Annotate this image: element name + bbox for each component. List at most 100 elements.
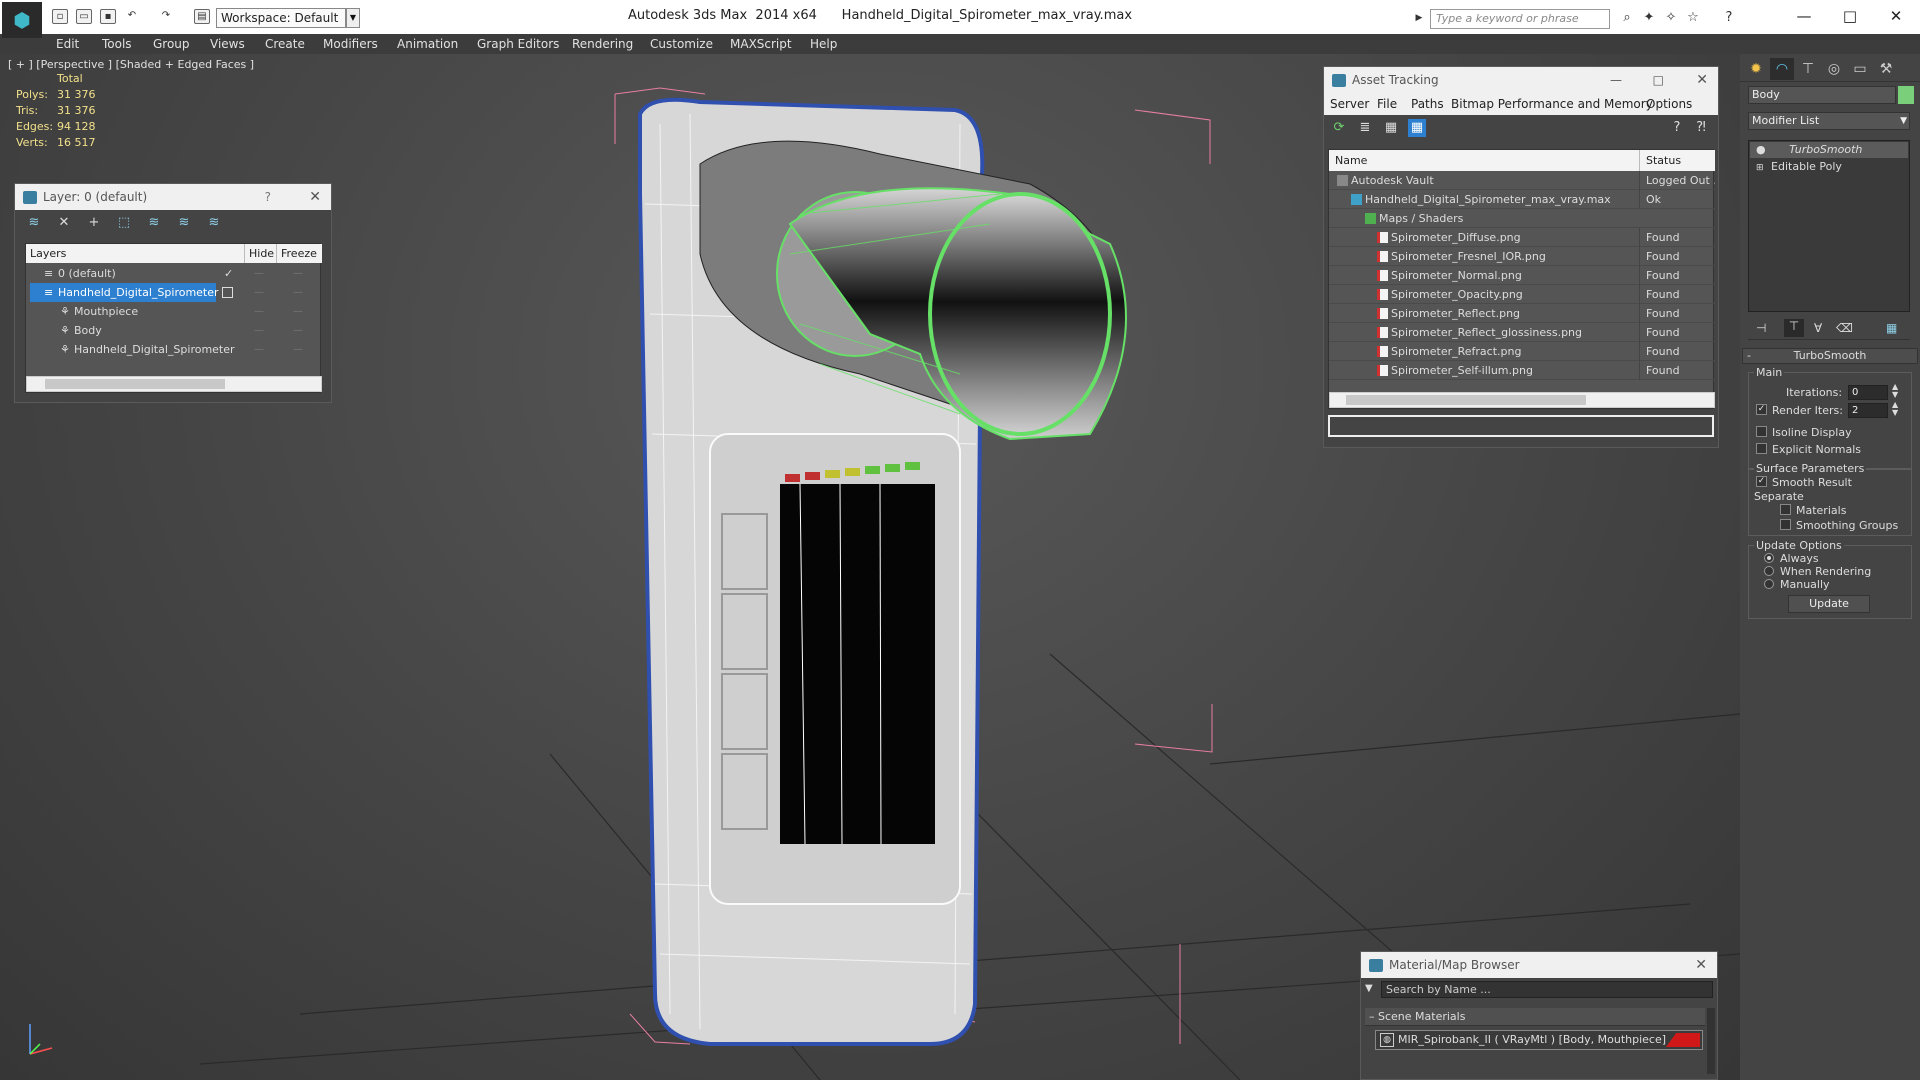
- turbosmooth-rollout-header[interactable]: - TurboSmooth: [1742, 348, 1918, 364]
- asset-row[interactable]: Maps / Shaders: [1329, 209, 1715, 228]
- menu-create[interactable]: Create: [265, 34, 305, 54]
- binoculars-icon[interactable]: ⌕: [1618, 9, 1636, 27]
- redo-icon[interactable]: ↷: [158, 9, 174, 24]
- material-browser-titlebar[interactable]: Material/Map Browser ✕: [1361, 952, 1717, 978]
- menu-options[interactable]: Options: [1646, 93, 1692, 115]
- workspace-dropdown[interactable]: Workspace: Default: [216, 8, 346, 28]
- update-manually-radio[interactable]: [1764, 579, 1774, 589]
- hierarchy-tab-icon[interactable]: ⊤: [1796, 58, 1820, 80]
- material-search-input[interactable]: Search by Name ...: [1381, 981, 1713, 998]
- menu-rendering[interactable]: Rendering: [572, 34, 633, 54]
- asset-row[interactable]: Spirometer_Diffuse.png Found: [1329, 228, 1715, 247]
- save-file-icon[interactable]: ▪: [100, 9, 116, 24]
- col-name[interactable]: Name: [1335, 150, 1367, 171]
- layer-row[interactable]: ≡ 0 (default) ✓ — —: [26, 264, 322, 283]
- asset-row[interactable]: Spirometer_Refract.png Found: [1329, 342, 1715, 361]
- chevron-right-icon[interactable]: ▶: [1410, 9, 1428, 27]
- select-objects-icon[interactable]: ⬚: [115, 214, 133, 232]
- path-field[interactable]: [1328, 415, 1714, 437]
- lightbulb-icon[interactable]: ●: [1750, 143, 1766, 156]
- highlight-layer-icon[interactable]: ≋: [145, 214, 163, 232]
- undo-icon[interactable]: ↶: [124, 9, 140, 24]
- pin-stack-icon[interactable]: ⊣: [1756, 321, 1766, 335]
- collapse-icon[interactable]: –: [1365, 1010, 1375, 1023]
- modifier-list-dropdown[interactable]: Modifier List ▼: [1748, 112, 1910, 130]
- render-iters-checkbox[interactable]: ✓: [1756, 404, 1767, 415]
- project-folder-icon[interactable]: ▤: [194, 9, 210, 24]
- menu-customize[interactable]: Customize: [650, 34, 713, 54]
- horizontal-scrollbar[interactable]: [1329, 392, 1715, 408]
- current-layer-checkbox[interactable]: [222, 287, 233, 298]
- new-file-icon[interactable]: ▫: [52, 9, 68, 24]
- create-tab-icon[interactable]: ✹: [1744, 58, 1768, 80]
- spinner-arrows-icon[interactable]: ▲ ▼: [1892, 383, 1898, 399]
- communication-icon[interactable]: ✧: [1662, 9, 1680, 27]
- freeze-toggle[interactable]: —: [293, 283, 303, 302]
- freeze-toggle[interactable]: —: [293, 340, 303, 359]
- make-unique-icon[interactable]: ∀: [1814, 321, 1822, 335]
- layer-row[interactable]: Handheld_Digital_Spirometer ≡ — —: [26, 283, 322, 302]
- iterations-spinner[interactable]: 0: [1848, 385, 1888, 400]
- minimize-icon[interactable]: —: [1610, 67, 1622, 93]
- layer-row[interactable]: ⚘ Mouthpiece — —: [26, 302, 322, 321]
- scene-materials-header[interactable]: – Scene Materials: [1365, 1008, 1705, 1026]
- close-icon[interactable]: ✕: [309, 184, 321, 210]
- viewport-label[interactable]: [ + ] [Perspective ] [Shaded + Edged Fac…: [8, 58, 254, 71]
- hide-toggle[interactable]: —: [254, 321, 264, 340]
- freeze-all-layers-icon[interactable]: ≋: [205, 214, 223, 232]
- asset-row[interactable]: Handheld_Digital_Spirometer_max_vray.max…: [1329, 190, 1715, 209]
- stack-item-turbosmooth[interactable]: ● TurboSmooth: [1750, 142, 1908, 158]
- modify-tab-icon[interactable]: ◠: [1770, 58, 1794, 80]
- chevron-down-icon[interactable]: ▼: [346, 8, 360, 28]
- show-end-result-icon[interactable]: ⊤: [1784, 319, 1804, 337]
- close-icon[interactable]: ✕: [1696, 67, 1708, 93]
- search-input[interactable]: Type a keyword or phrase: [1430, 9, 1610, 29]
- explicit-normals-checkbox[interactable]: [1756, 443, 1767, 454]
- render-iters-spinner[interactable]: 2: [1848, 403, 1888, 418]
- col-hide[interactable]: Hide: [244, 244, 274, 263]
- separate-materials-checkbox[interactable]: [1780, 504, 1791, 515]
- horizontal-scrollbar[interactable]: [26, 376, 322, 392]
- help-icon[interactable]: ?: [1668, 119, 1686, 137]
- delete-layer-icon[interactable]: ✕: [55, 214, 73, 232]
- table-view-icon[interactable]: ▦: [1382, 119, 1400, 137]
- menu-modifiers[interactable]: Modifiers: [323, 34, 378, 54]
- context-help-icon[interactable]: ⁈: [1692, 119, 1710, 137]
- menu-paths[interactable]: Paths: [1411, 93, 1444, 115]
- separate-smoothing-groups-checkbox[interactable]: [1780, 519, 1791, 530]
- open-file-icon[interactable]: ▭: [76, 9, 92, 24]
- configure-sets-icon[interactable]: ▦: [1886, 321, 1897, 335]
- asset-row[interactable]: Spirometer_Reflect.png Found: [1329, 304, 1715, 323]
- col-layers[interactable]: Layers: [30, 244, 66, 263]
- update-always-radio[interactable]: [1764, 553, 1774, 563]
- asset-row[interactable]: Spirometer_Opacity.png Found: [1329, 285, 1715, 304]
- hide-toggle[interactable]: —: [254, 302, 264, 321]
- minimize-button[interactable]: —: [1784, 4, 1824, 28]
- col-freeze[interactable]: Freeze: [276, 244, 317, 263]
- asset-row[interactable]: Spirometer_Normal.png Found: [1329, 266, 1715, 285]
- spinner-arrows-icon[interactable]: ▲ ▼: [1892, 401, 1898, 417]
- vertical-scrollbar[interactable]: [1707, 1008, 1715, 1074]
- menu-tools[interactable]: Tools: [102, 34, 132, 54]
- utilities-tab-icon[interactable]: ⚒: [1874, 58, 1898, 80]
- close-icon[interactable]: ✕: [1695, 952, 1707, 978]
- layer-row[interactable]: ⚘ Body — —: [26, 321, 322, 340]
- menu-edit[interactable]: Edit: [56, 34, 79, 54]
- hide-toggle[interactable]: —: [254, 264, 264, 283]
- hide-all-layers-icon[interactable]: ≋: [175, 214, 193, 232]
- motion-tab-icon[interactable]: ◎: [1822, 58, 1846, 80]
- list-view-icon[interactable]: ≣: [1356, 119, 1374, 137]
- hide-toggle[interactable]: —: [254, 340, 264, 359]
- remove-modifier-icon[interactable]: ⌫: [1836, 321, 1853, 335]
- menu-server[interactable]: Server: [1330, 93, 1369, 115]
- expand-icon[interactable]: ⊞: [1750, 163, 1764, 173]
- display-tab-icon[interactable]: ▭: [1848, 58, 1872, 80]
- menu-views[interactable]: Views: [210, 34, 245, 54]
- help-icon[interactable]: ?: [1720, 9, 1738, 27]
- menu-help[interactable]: Help: [810, 34, 837, 54]
- update-when-rendering-radio[interactable]: [1764, 566, 1774, 576]
- asset-row[interactable]: Autodesk Vault Logged Out ...: [1329, 171, 1715, 190]
- menu-file[interactable]: File: [1377, 93, 1397, 115]
- menu-maxscript[interactable]: MAXScript: [730, 34, 792, 54]
- asset-tracking-titlebar[interactable]: Asset Tracking — □ ✕: [1324, 67, 1718, 93]
